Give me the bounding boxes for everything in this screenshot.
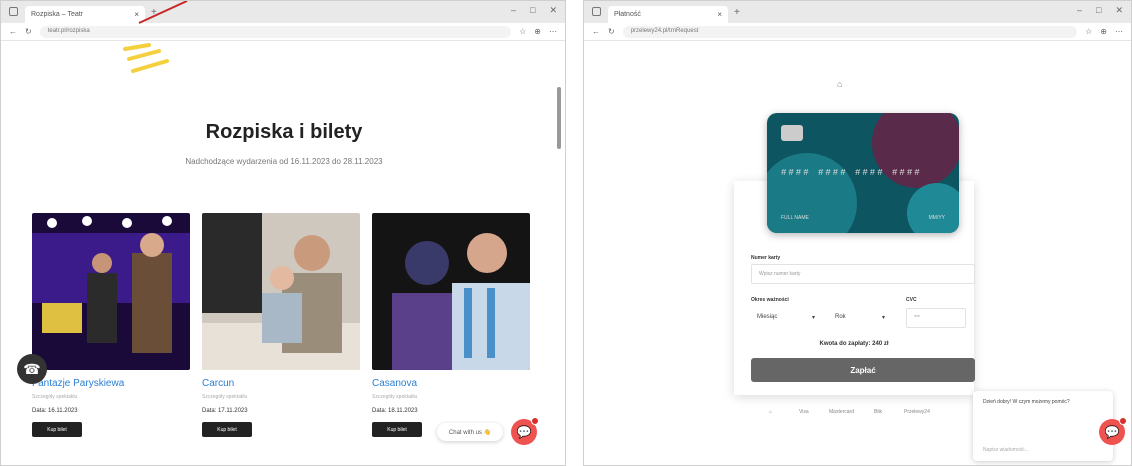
event-title[interactable]: Carcun: [202, 378, 360, 389]
payment-logo: Mastercard: [829, 409, 855, 415]
card-expiry-display: MM/YY: [928, 215, 945, 221]
extensions-icon[interactable]: ⊕: [1100, 27, 1107, 36]
event-description: Szczegóły spektaklu: [372, 394, 418, 400]
new-tab-icon[interactable]: +: [734, 7, 740, 18]
screenshot: Rozpiska – Teatr × + – □ ✕ ← ↻ teatr.pl/…: [0, 0, 1132, 466]
minimize-icon[interactable]: –: [511, 5, 516, 16]
tab-title: Płatność: [614, 11, 641, 18]
expiry-label: Okres ważności: [751, 297, 789, 303]
tab-actions-icon[interactable]: [592, 7, 601, 16]
window-controls: – □ ✕: [1077, 5, 1123, 16]
card-holder-display: FULL NAME: [781, 215, 809, 221]
card-number-label: Numer karty: [751, 255, 781, 261]
refresh-icon[interactable]: ↻: [25, 27, 32, 36]
payment-logo: Visa: [799, 409, 809, 415]
event-card[interactable]: Fantazje Paryskiewa Szczegóły spektaklu …: [32, 213, 190, 437]
event-description: Szczegóły spektaklu: [202, 394, 248, 400]
menu-icon[interactable]: ⋯: [1115, 27, 1123, 36]
event-image[interactable]: [372, 213, 530, 370]
event-card[interactable]: Casanova Szczegóły spektaklu Data: 18.11…: [372, 213, 530, 437]
url-field[interactable]: teatr.pl/rozpiska: [39, 25, 512, 38]
cvc-label: CVC: [906, 297, 917, 303]
logo-icon: ⌂: [837, 79, 843, 89]
event-date: Data: 18.11.2023: [372, 408, 418, 414]
chat-input[interactable]: Napisz wiadomość...: [983, 447, 1029, 453]
notification-badge: [1119, 417, 1127, 425]
chat-pill[interactable]: Chat with us 👋: [437, 423, 503, 441]
event-date: Data: 17.11.2023: [202, 408, 248, 414]
event-title[interactable]: Fantazje Paryskiewa: [32, 378, 190, 389]
event-title[interactable]: Casanova: [372, 378, 530, 389]
page-subtitle: Nadchodzące wydarzenia od 16.11.2023 do …: [185, 157, 383, 166]
minimize-icon[interactable]: –: [1077, 5, 1082, 16]
chat-icon[interactable]: 💬: [1099, 417, 1127, 445]
payment-logo: ⌂: [769, 409, 773, 415]
close-window-icon[interactable]: ✕: [1115, 5, 1123, 16]
annotation-arrow: [138, 1, 188, 24]
back-icon[interactable]: ←: [592, 27, 600, 36]
browser-window-left: Rozpiska – Teatr × + – □ ✕ ← ↻ teatr.pl/…: [0, 0, 566, 466]
buy-ticket-button[interactable]: Kup bilet: [32, 422, 82, 437]
card-number-input[interactable]: Wpisz numer karty: [751, 264, 975, 284]
credit-card-preview: #### #### #### #### FULL NAME MM/YY: [767, 113, 959, 233]
star-icon[interactable]: ☆: [519, 27, 526, 36]
tab-bar: Płatność × + – □ ✕: [584, 1, 1131, 23]
chevron-down-icon: ▾: [811, 315, 815, 321]
menu-icon[interactable]: ⋯: [549, 27, 557, 36]
tab-active[interactable]: Płatność ×: [608, 6, 728, 23]
address-bar: ← ↻ przelewy24.pl/trnRequest ☆ ⊕ ⋯: [584, 23, 1131, 41]
close-tab-icon[interactable]: ×: [717, 10, 722, 19]
maximize-icon[interactable]: □: [1096, 5, 1101, 16]
tab-title: Rozpiska – Teatr: [31, 11, 84, 18]
tab-bar: Rozpiska – Teatr × + – □ ✕: [1, 1, 565, 23]
star-icon[interactable]: ☆: [1085, 27, 1092, 36]
phone-icon[interactable]: ☎: [17, 354, 47, 384]
event-description: Szczegóły spektaklu: [32, 394, 78, 400]
chat-icon[interactable]: 💬: [511, 417, 539, 445]
annotation-scribble: [123, 43, 169, 73]
url-field[interactable]: przelewy24.pl/trnRequest: [622, 25, 1078, 38]
chat-message: Dzień dobry! W czym możemy pomóc?: [983, 399, 1070, 405]
year-value: Rok: [835, 314, 846, 320]
payment-logo: Blik: [874, 409, 883, 415]
refresh-icon[interactable]: ↻: [608, 27, 615, 36]
chevron-down-icon: ▾: [881, 315, 885, 321]
event-image[interactable]: [202, 213, 360, 370]
payment-logo: Przelewy24: [904, 409, 930, 415]
chip-icon: [781, 125, 803, 141]
tab-active[interactable]: Rozpiska – Teatr ×: [25, 6, 145, 23]
month-value: Miesiąc: [757, 314, 778, 320]
extensions-icon[interactable]: ⊕: [534, 27, 541, 36]
chat-popup: Dzień dobry! W czym możemy pomóc? Napisz…: [973, 391, 1113, 461]
close-window-icon[interactable]: ✕: [549, 5, 557, 16]
year-select[interactable]: Rok ▾: [829, 308, 891, 328]
card-number-display: #### #### #### ####: [781, 168, 922, 178]
event-card[interactable]: Carcun Szczegóły spektaklu Data: 17.11.2…: [202, 213, 360, 437]
event-image[interactable]: [32, 213, 190, 370]
event-date: Data: 16.11.2023: [32, 408, 78, 414]
month-select[interactable]: Miesiąc ▾: [751, 308, 821, 328]
address-bar: ← ↻ teatr.pl/rozpiska ☆ ⊕ ⋯: [1, 23, 565, 41]
notification-badge: [531, 417, 539, 425]
buy-ticket-button[interactable]: Kup bilet: [372, 422, 422, 437]
browser-window-right: Płatność × + – □ ✕ ← ↻ przelewy24.pl/trn…: [583, 0, 1132, 466]
back-icon[interactable]: ←: [9, 27, 17, 36]
maximize-icon[interactable]: □: [530, 5, 535, 16]
tab-actions-icon[interactable]: [9, 7, 18, 16]
page-title: Rozpiska i bilety: [205, 121, 363, 143]
pay-button[interactable]: Zapłać: [751, 358, 975, 382]
window-controls: – □ ✕: [511, 5, 557, 16]
total-amount: Kwota do zapłaty: 240 zł: [819, 341, 889, 347]
cvc-input[interactable]: ***: [906, 308, 966, 328]
buy-ticket-button[interactable]: Kup bilet: [202, 422, 252, 437]
